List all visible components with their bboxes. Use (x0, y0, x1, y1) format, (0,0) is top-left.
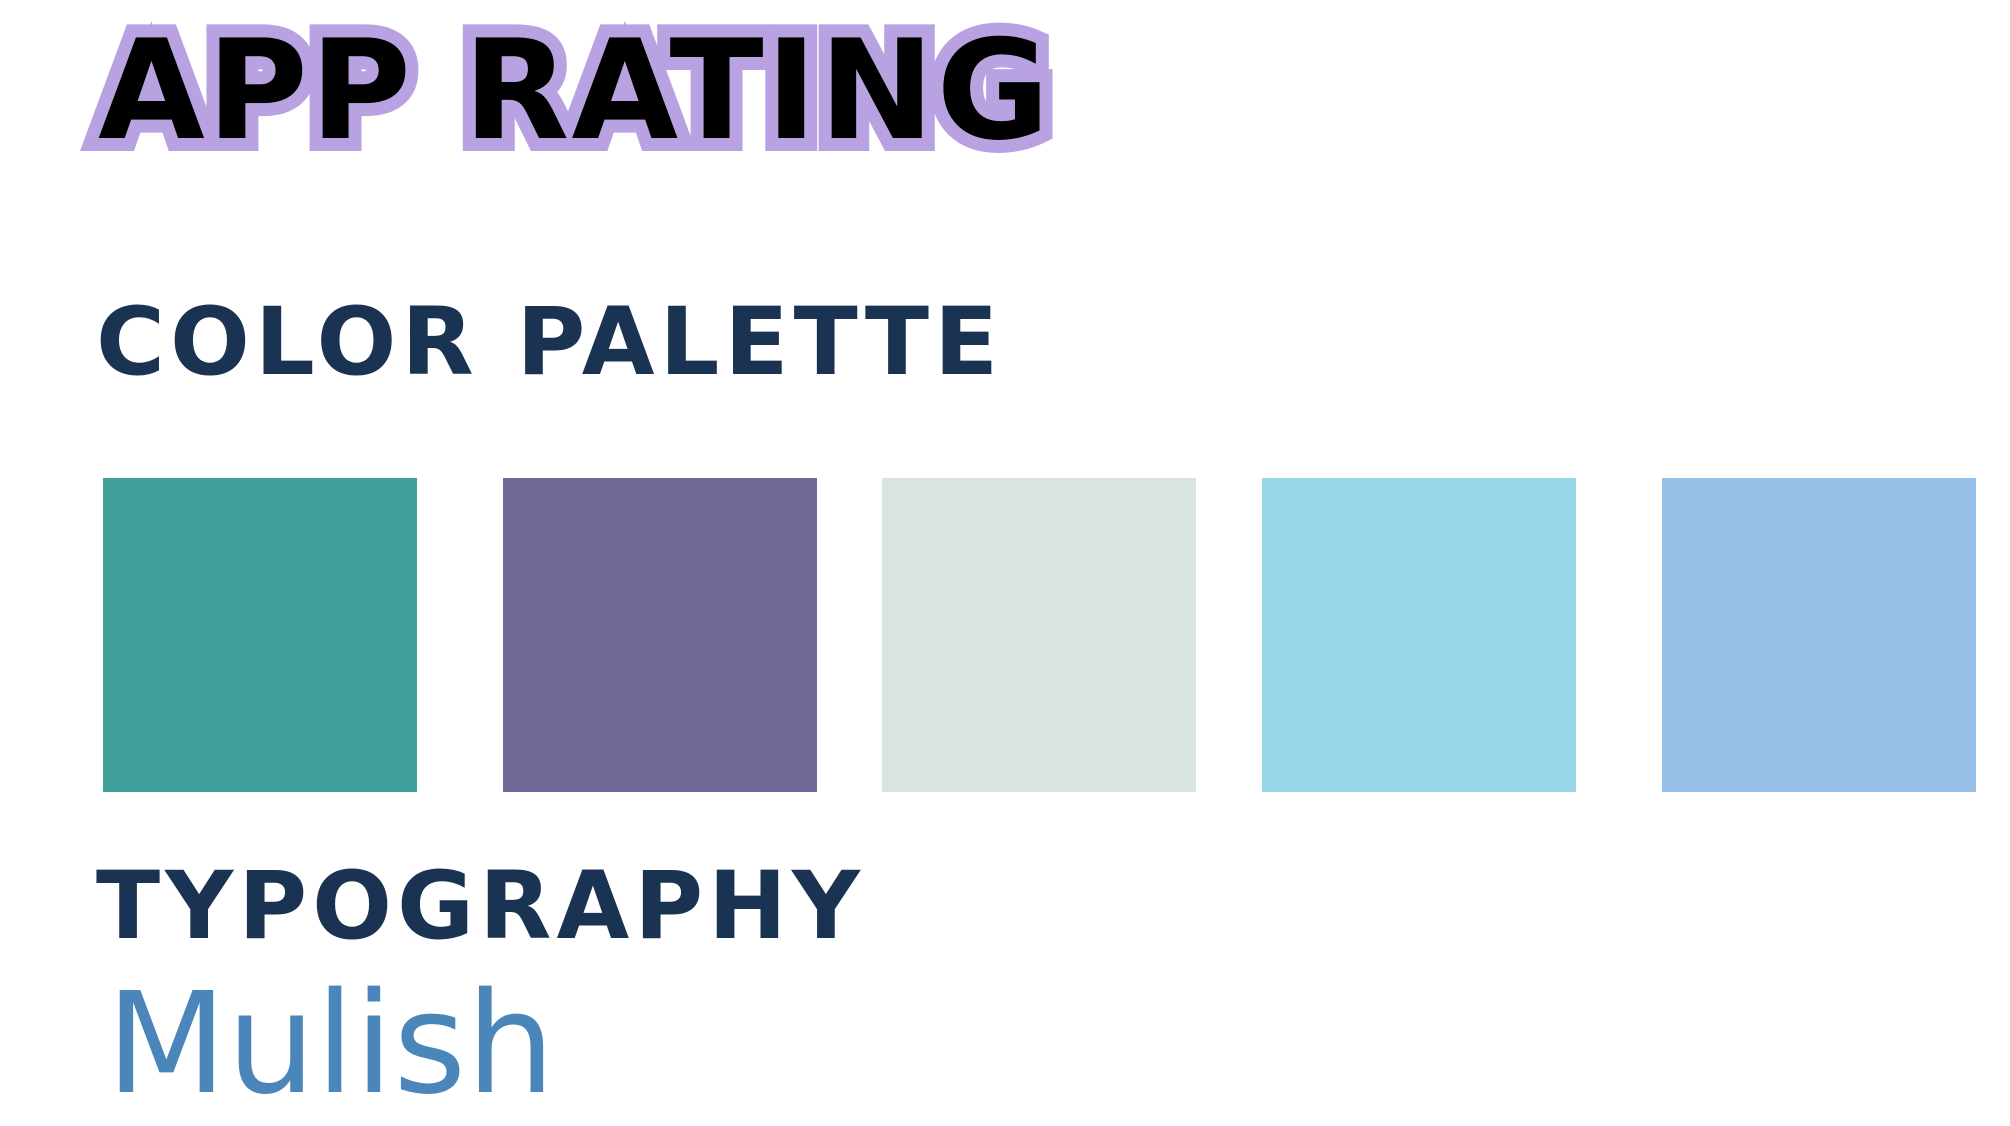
color-swatch-4 (1262, 478, 1576, 792)
typography-heading: TYPOGRAPHY (96, 852, 865, 961)
color-palette-heading: COLOR PALETTE (96, 288, 1004, 397)
color-swatch-2 (503, 478, 817, 792)
color-swatch-1 (103, 478, 417, 792)
app-title: APP RATING APP RATING (85, 9, 1063, 173)
color-swatch-3 (882, 478, 1196, 792)
color-swatch-5 (1662, 478, 1976, 792)
font-sample-mulish: Mulish (106, 963, 555, 1126)
app-title-text: APP RATING (98, 10, 1052, 171)
